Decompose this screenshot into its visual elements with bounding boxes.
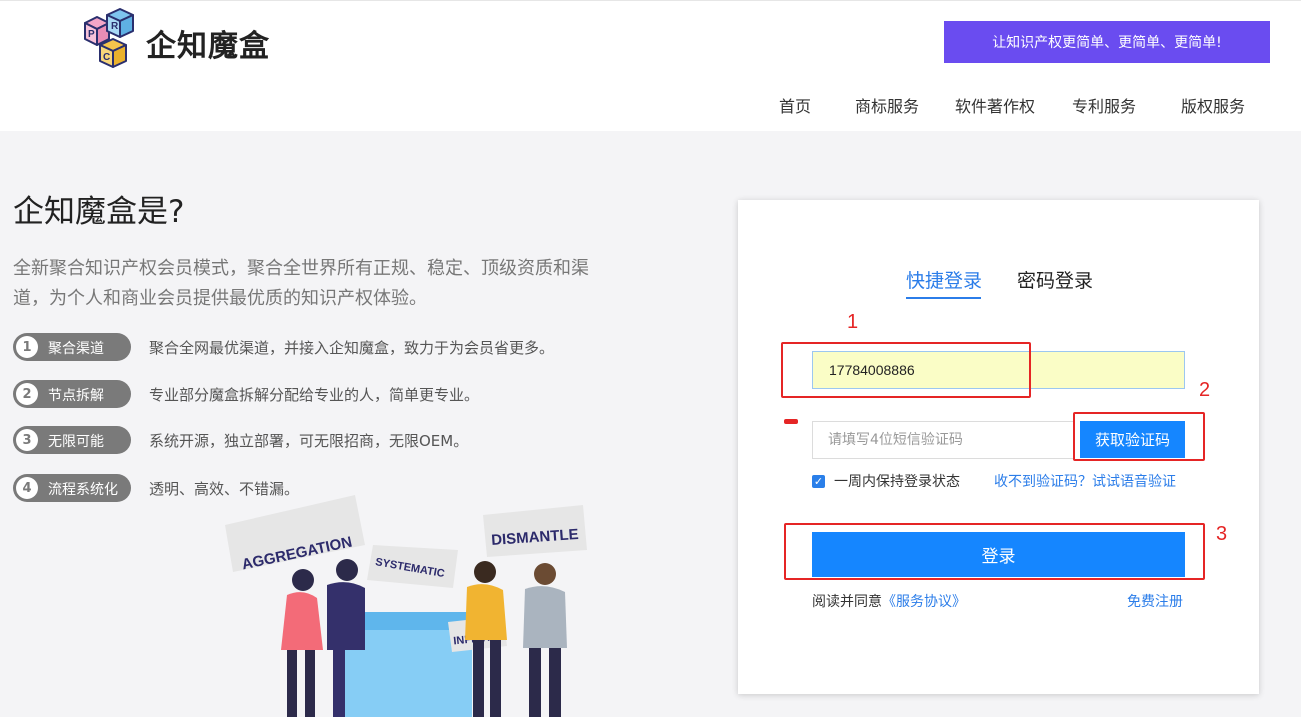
annotation-number: 1	[847, 311, 859, 333]
person-figure	[523, 563, 567, 717]
service-agreement-link[interactable]: 《服务协议》	[882, 594, 966, 610]
feature-number: 4	[16, 477, 38, 499]
nav-trademark[interactable]: 商标服务	[855, 93, 919, 117]
sign-dismantle: DISMANTLE	[483, 505, 587, 557]
checkbox-checked-icon[interactable]: ✓	[812, 474, 825, 488]
feature-desc: 系统开源，独立部署，可无限招商，无限OEM。	[149, 432, 469, 450]
intro-title: 企知魔盒是?	[13, 194, 185, 230]
keep-login-label: 一周内保持登录状态	[834, 474, 960, 490]
person-figure	[281, 569, 323, 717]
sign-systematic: SYSTEMATIC	[367, 545, 458, 588]
tab-quick-login[interactable]: 快捷登录	[906, 266, 982, 293]
agree-prefix: 阅读并同意	[812, 594, 882, 610]
feature-number: 3	[16, 429, 38, 451]
site-header: P R C 企知魔盒 让知识产权更简单、更简单、更简单! 首页 商标服务 软件著…	[0, 0, 1301, 131]
team-illustration: AGGREGATION DISMANTLE SYSTEMATIC INFINIT…	[225, 495, 587, 717]
feature-badge: 4 流程系统化	[13, 474, 131, 502]
tab-active-underline	[906, 297, 981, 299]
feature-desc: 聚合全网最优渠道，并接入企知魔盒，致力于为会员省更多。	[149, 339, 555, 357]
keep-login-checkbox[interactable]: ✓ 一周内保持登录状态	[812, 471, 960, 491]
agreement-text: 阅读并同意《服务协议》	[812, 591, 966, 611]
annotation-number: 2	[1199, 379, 1211, 401]
svg-text:R: R	[111, 21, 119, 32]
feature-badge: 3 无限可能	[13, 426, 131, 454]
logo-cube-icon: P R C	[84, 8, 134, 68]
feature-badge: 2 节点拆解	[13, 380, 131, 408]
feature-label: 聚合渠道	[48, 341, 104, 357]
annotation-number: 3	[1216, 523, 1228, 545]
slogan-banner[interactable]: 让知识产权更简单、更简单、更简单!	[944, 21, 1270, 63]
nav-patent[interactable]: 专利服务	[1072, 93, 1136, 117]
annotation-box-login	[784, 523, 1205, 580]
register-link[interactable]: 免费注册	[1127, 591, 1183, 611]
svg-text:C: C	[103, 52, 110, 63]
annotation-mark	[784, 419, 798, 424]
annotation-box-phone	[781, 342, 1031, 398]
voice-verify-link[interactable]: 收不到验证码？试试语音验证	[994, 471, 1176, 491]
intro-description: 全新聚合知识产权会员模式，聚合全世界所有正规、稳定、顶级资质和渠道，为个人和商业…	[13, 258, 589, 309]
feature-label: 流程系统化	[48, 482, 118, 498]
feature-desc: 专业部分魔盒拆解分配给专业的人，简单更专业。	[149, 386, 480, 404]
feature-number: 1	[16, 336, 38, 358]
svg-text:P: P	[88, 29, 95, 40]
nav-home[interactable]: 首页	[779, 93, 811, 117]
feature-number: 2	[16, 383, 38, 405]
sms-code-input[interactable]: 请填写4位短信验证码	[812, 421, 1074, 459]
feature-label: 节点拆解	[48, 388, 104, 404]
feature-label: 无限可能	[48, 434, 104, 450]
feature-badge: 1 聚合渠道	[13, 333, 131, 361]
tab-password-login[interactable]: 密码登录	[1017, 266, 1093, 293]
nav-software-copyright[interactable]: 软件著作权	[955, 93, 1035, 117]
logo-text: 企知魔盒	[146, 29, 270, 64]
nav-copyright[interactable]: 版权服务	[1181, 93, 1245, 117]
annotation-box-getcode	[1073, 412, 1205, 461]
